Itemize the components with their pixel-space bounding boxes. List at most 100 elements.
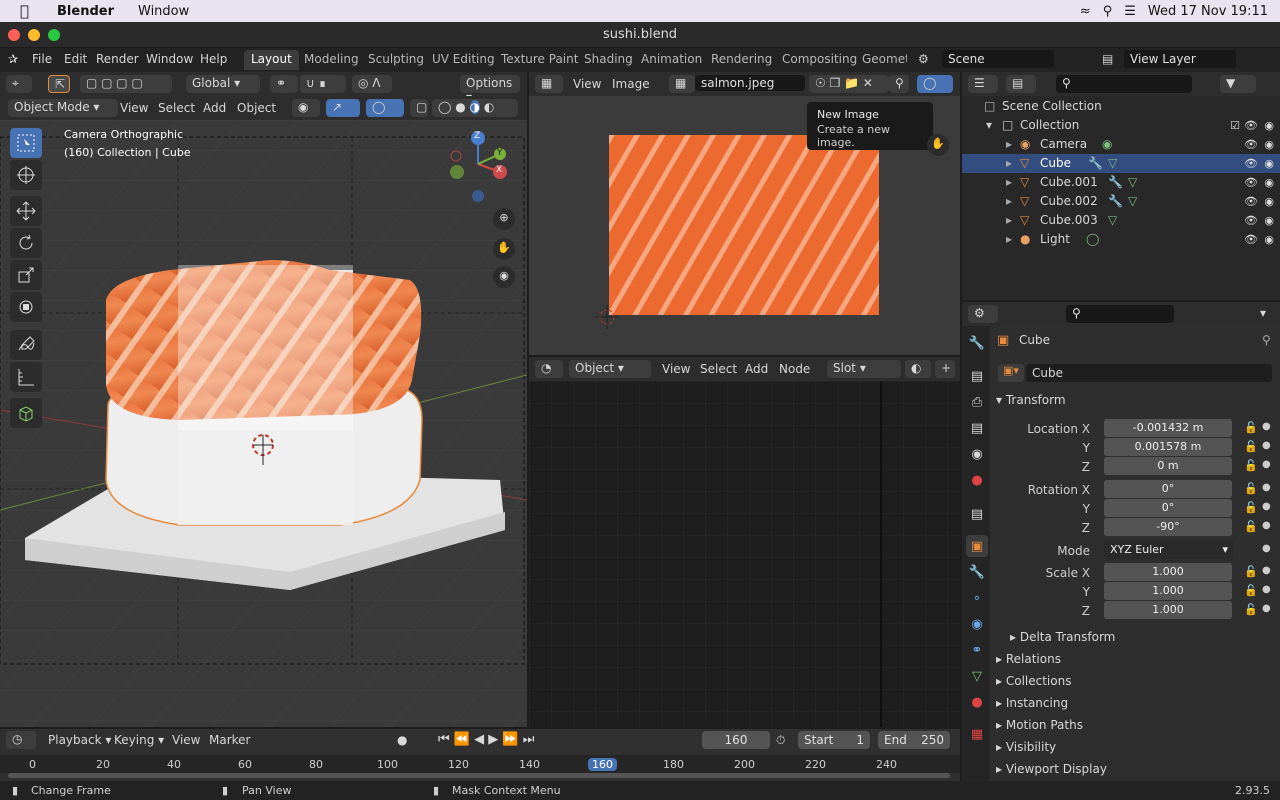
proportional-icon[interactable]: ◎ Λ xyxy=(352,75,392,93)
options-dropdown[interactable]: Options ▾ xyxy=(460,75,520,104)
viewport-menu-add[interactable]: Add xyxy=(203,101,226,115)
properties-type-icon[interactable]: ⚙ xyxy=(968,305,998,323)
rotation-z-field[interactable]: -90° xyxy=(1104,518,1232,536)
expand-icon[interactable]: ▸ xyxy=(1006,175,1012,189)
tab-rendering[interactable]: Rendering xyxy=(704,50,779,70)
record-icon[interactable]: ● xyxy=(397,733,407,747)
node-editor-type-icon[interactable]: ◔ xyxy=(535,360,563,378)
node-context-dropdown[interactable]: Object ▾ xyxy=(569,360,651,378)
expand-icon[interactable]: ▸ xyxy=(1006,213,1012,227)
move-tool-icon[interactable] xyxy=(10,196,42,226)
constraints-tab-icon[interactable]: ⚭ xyxy=(966,639,988,661)
render-icon[interactable]: ◉ xyxy=(1264,214,1274,227)
motion-paths-header[interactable]: ▸ Motion Paths xyxy=(996,718,1083,732)
outliner-type-icon[interactable]: ☰ xyxy=(968,75,998,93)
outliner-item-cube[interactable]: ▸ ▽ Cube 🔧 ▽ 👁 ◉ xyxy=(962,154,1280,173)
render-icon[interactable]: ◉ xyxy=(1264,157,1274,170)
keyframe-dot-icon[interactable]: ● xyxy=(1262,520,1271,531)
lock-icon[interactable]: 🔓 xyxy=(1244,421,1258,434)
outliner-collection[interactable]: ▾ □ Collection ☑ 👁 ◉ xyxy=(962,116,1280,135)
collapse-icon[interactable]: ▾ xyxy=(986,118,992,132)
search-icon[interactable]: ⚲ xyxy=(1103,4,1113,19)
keyframe-dot-icon[interactable]: ● xyxy=(1262,543,1271,554)
image-editor-type-icon[interactable]: ▦ xyxy=(535,75,563,93)
expand-icon[interactable]: ▸ xyxy=(1006,137,1012,151)
material-tab-icon[interactable]: ● xyxy=(966,691,988,713)
material-icon[interactable]: ◐ xyxy=(905,360,931,378)
scene-icon[interactable]: ⚙ xyxy=(918,52,929,66)
pin-object-icon[interactable]: ⚲ xyxy=(1262,333,1271,347)
menu-window[interactable]: Window xyxy=(146,52,193,66)
timeline-keying-menu[interactable]: Keying ▾ xyxy=(114,733,164,747)
image-overlay-icon[interactable]: ◯ xyxy=(917,75,953,93)
eye-icon[interactable]: 👁 xyxy=(1244,233,1258,246)
outliner-search-input[interactable]: ⚲ xyxy=(1056,75,1192,93)
tab-animation[interactable]: Animation xyxy=(634,50,709,70)
display-mode-icon[interactable]: ▤ xyxy=(1006,75,1036,93)
delta-transform-header[interactable]: ▸ Delta Transform xyxy=(1010,630,1115,644)
keyframe-dot-icon[interactable]: ● xyxy=(1262,482,1271,493)
menu-file[interactable]: File xyxy=(32,52,52,66)
expand-icon[interactable]: ▸ xyxy=(1006,156,1012,170)
tab-shading[interactable]: Shading xyxy=(577,50,640,70)
eye-icon[interactable]: 👁 xyxy=(1244,214,1258,227)
timeline-marker-menu[interactable]: Marker xyxy=(209,733,250,747)
particles-tab-icon[interactable]: ∘ xyxy=(966,587,988,609)
lock-icon[interactable]: 🔓 xyxy=(1244,584,1258,597)
select-box-tool-icon[interactable] xyxy=(10,128,42,158)
tab-sculpting[interactable]: Sculpting xyxy=(361,50,431,70)
rotate-tool-icon[interactable] xyxy=(10,228,42,258)
timeline-type-icon[interactable]: ◷ xyxy=(6,731,36,749)
app-menu[interactable]: Blender xyxy=(57,4,114,19)
collection-tab-icon[interactable]: ▤ xyxy=(966,503,988,525)
render-icon[interactable]: ◉ xyxy=(1264,233,1274,246)
tab-texture-paint[interactable]: Texture Paint xyxy=(494,50,585,70)
eye-icon[interactable]: 👁 xyxy=(1244,157,1258,170)
outliner-item-cube002[interactable]: ▸ ▽ Cube.002 🔧 ▽ 👁 ◉ xyxy=(962,192,1280,211)
window-menu[interactable]: Window xyxy=(138,4,189,19)
keyframe-dot-icon[interactable]: ● xyxy=(1262,459,1271,470)
keyframe-dot-icon[interactable]: ● xyxy=(1262,501,1271,512)
apple-icon[interactable]:  xyxy=(20,2,29,20)
timeline-playback-menu[interactable]: Playback ▾ xyxy=(48,733,111,747)
lock-icon[interactable]: 🔓 xyxy=(1244,459,1258,472)
world-tab-icon[interactable]: ● xyxy=(966,469,988,491)
tab-geometry[interactable]: Geometr xyxy=(855,50,907,70)
transform-panel-header[interactable]: ▾ Transform xyxy=(996,393,1066,407)
tab-uv-editing[interactable]: UV Editing xyxy=(425,50,502,70)
location-z-field[interactable]: 0 m xyxy=(1104,457,1232,475)
tab-modeling[interactable]: Modeling xyxy=(297,50,366,70)
blender-logo-icon[interactable]: ✰ xyxy=(8,52,18,66)
shading-buttons[interactable]: ◯ ● ◑ ◐ xyxy=(432,99,518,117)
select-tool-icon[interactable]: ⇱ xyxy=(48,75,70,93)
overlay-toggle-icon[interactable]: ◯ xyxy=(366,99,404,117)
keyframe-dot-icon[interactable]: ● xyxy=(1262,440,1271,451)
properties-options-icon[interactable]: ▾ xyxy=(1254,305,1274,323)
scale-tool-icon[interactable] xyxy=(10,260,42,290)
pin-icon[interactable]: ⚲ xyxy=(889,75,909,93)
expand-icon[interactable]: ▸ xyxy=(1006,232,1012,246)
stopwatch-icon[interactable]: ⏱ xyxy=(776,733,785,748)
editor-type-icon[interactable]: ⌖ xyxy=(6,75,32,93)
outliner-item-light[interactable]: ▸ ● Light ◯ 👁 ◉ xyxy=(962,230,1280,249)
node-editor[interactable]: ◔ Object ▾ View Select Add Node Slot ▾ ◐… xyxy=(529,357,960,727)
end-frame-field[interactable]: End 250 xyxy=(878,731,950,749)
filter-icon[interactable]: ▼ xyxy=(1220,75,1256,93)
image-actions-icons[interactable]: ☉ ❐ 📁 ✕ xyxy=(809,75,889,93)
visibility-icon[interactable]: ◉ xyxy=(292,99,320,117)
new-material-icon[interactable]: + xyxy=(935,360,955,378)
rotation-y-field[interactable]: 0° xyxy=(1104,499,1232,517)
render-icon[interactable]: ◉ xyxy=(1264,176,1274,189)
viewport-display-header[interactable]: ▸ Viewport Display xyxy=(996,762,1107,776)
eye-icon[interactable]: 👁 xyxy=(1244,195,1258,208)
wifi-icon[interactable]: ≈ xyxy=(1080,4,1091,19)
visibility-header[interactable]: ▸ Visibility xyxy=(996,740,1056,754)
data-tab-icon[interactable]: ▽ xyxy=(966,665,988,687)
tool-tab-icon[interactable]: 🔧 xyxy=(966,332,988,354)
image-menu-view[interactable]: View xyxy=(573,77,601,91)
modifier-tab-icon[interactable]: 🔧 xyxy=(966,561,988,583)
timeline-scrollbar[interactable] xyxy=(8,773,950,778)
node-menu-select[interactable]: Select xyxy=(700,362,737,376)
outliner-item-cube001[interactable]: ▸ ▽ Cube.001 🔧 ▽ 👁 ◉ xyxy=(962,173,1280,192)
viewport-menu-select[interactable]: Select xyxy=(158,101,195,115)
